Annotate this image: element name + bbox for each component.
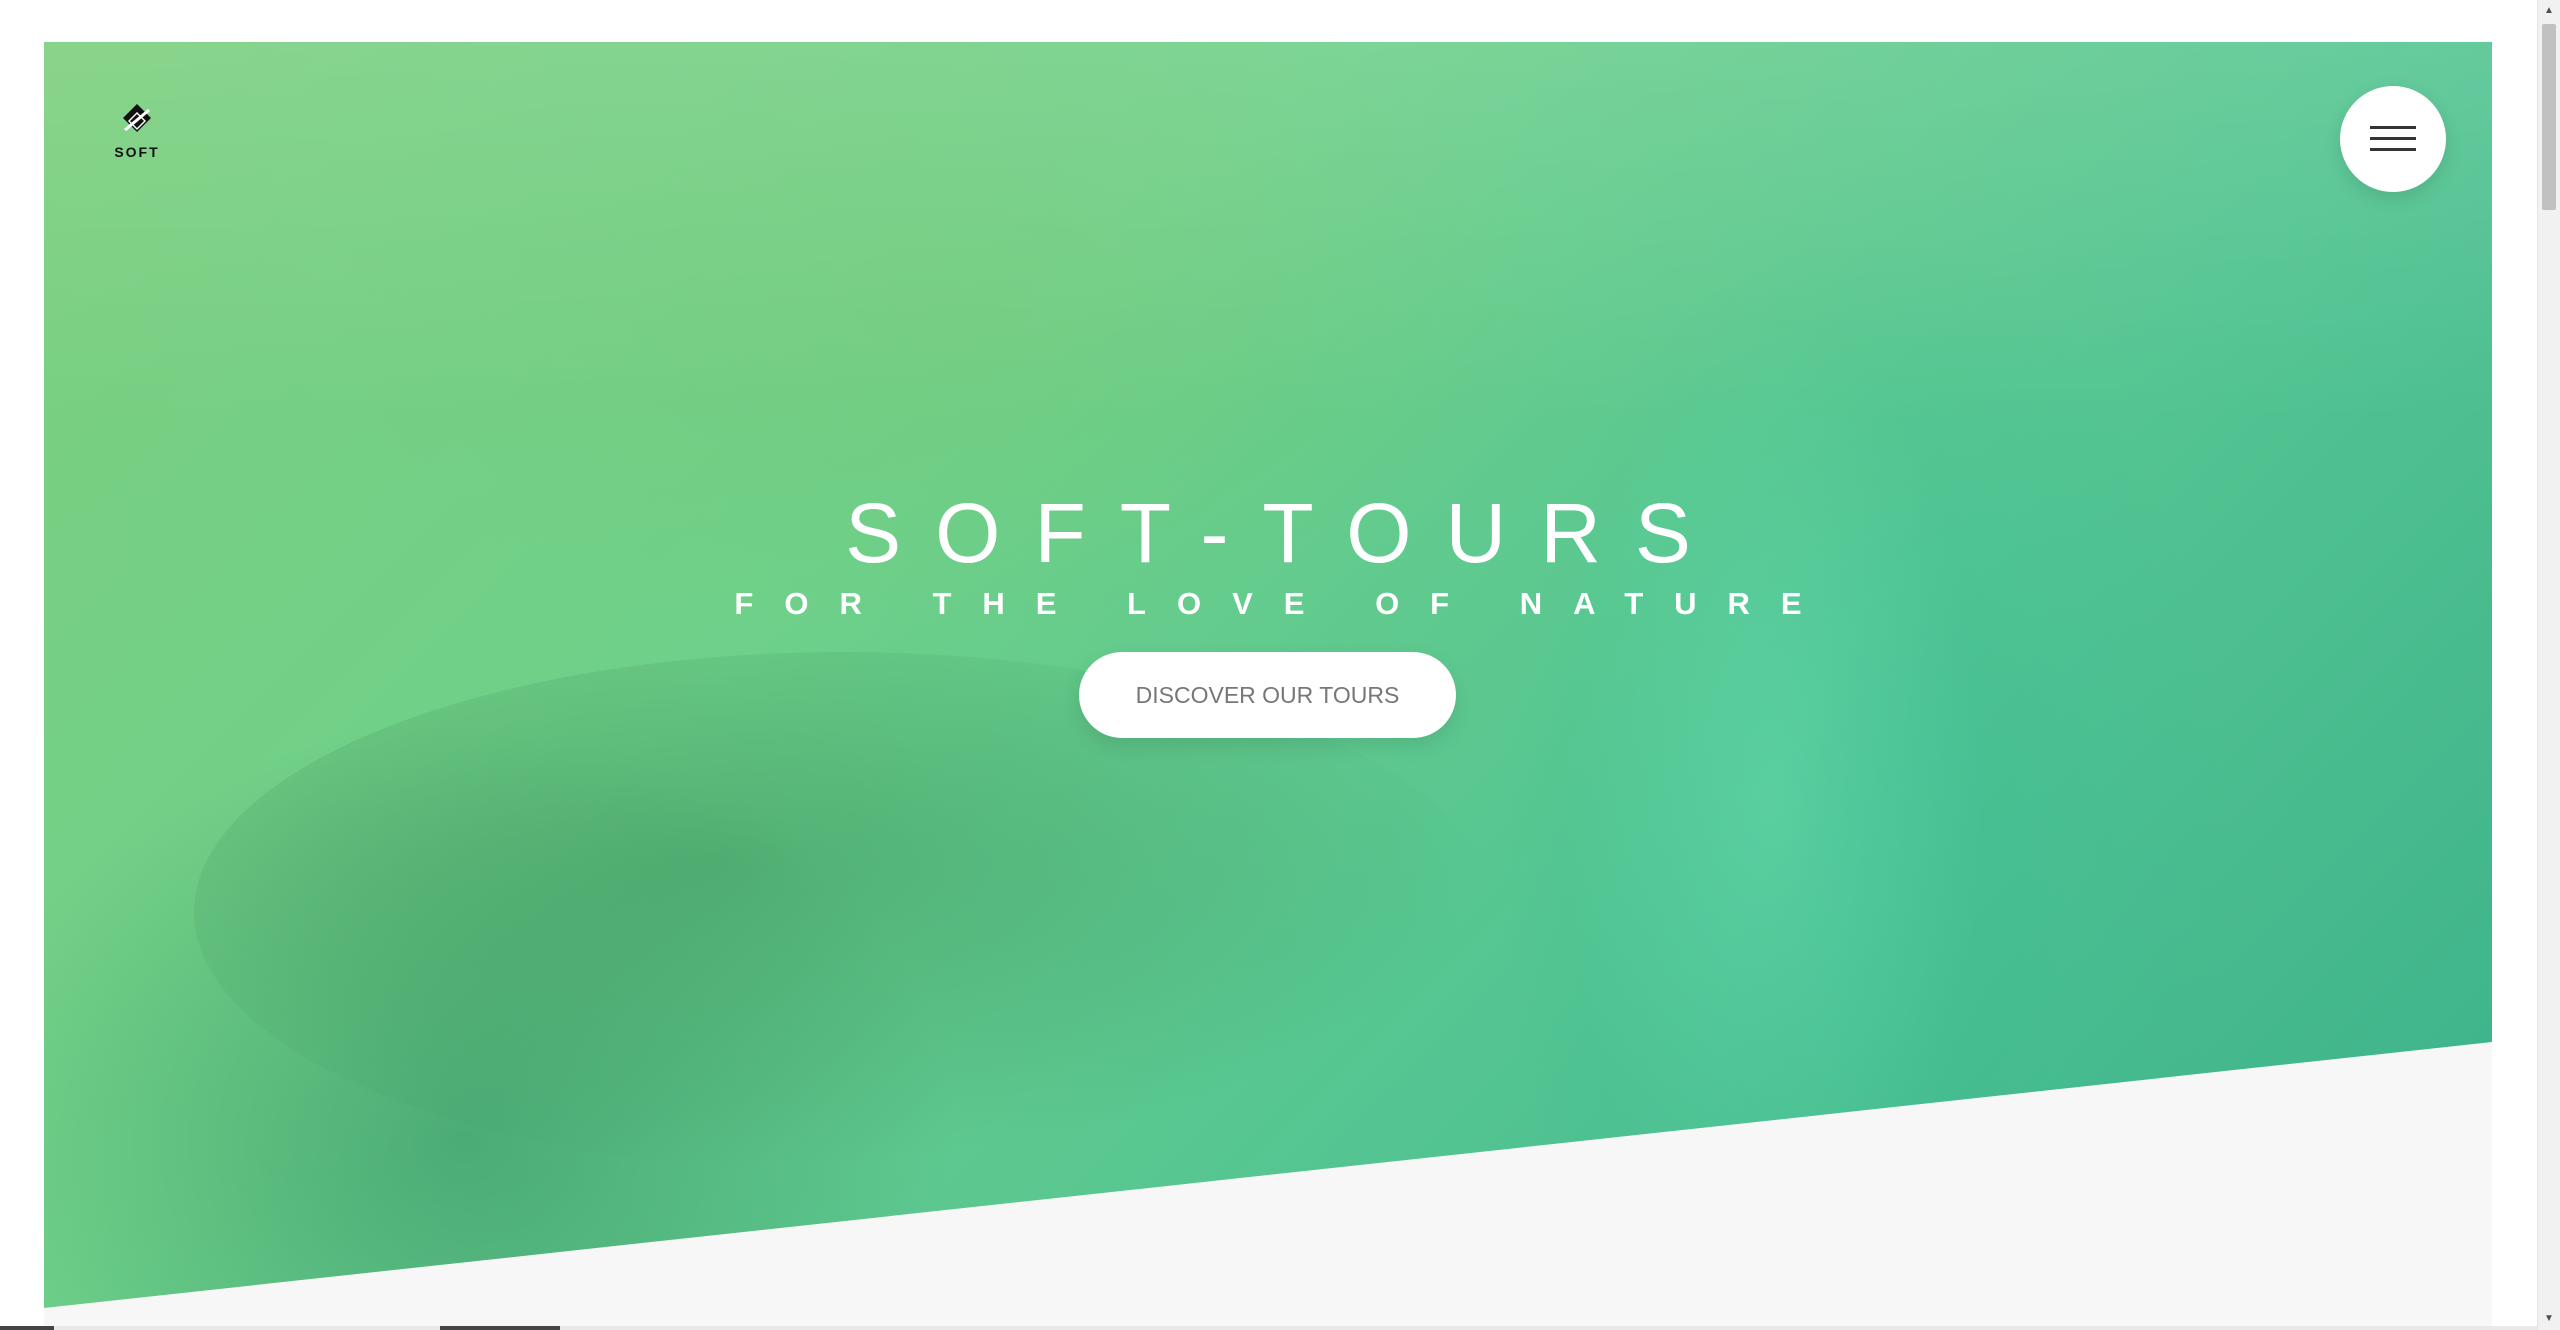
- hero-title: SOFT-TOURS: [845, 486, 1725, 581]
- brand-logo-text: SOFT: [114, 144, 160, 160]
- discover-tours-button[interactable]: DISCOVER OUR TOURS: [1079, 652, 1456, 738]
- scroll-up-arrow-icon[interactable]: ▲: [2538, 0, 2560, 22]
- brand-logo[interactable]: SOFT: [102, 102, 172, 166]
- hamburger-menu-icon-line: [2370, 137, 2416, 140]
- page-frame: SOFT SOFT-TOURS FOR THE LOVE OF NATURE D…: [44, 42, 2492, 1330]
- diamond-logo-icon: [123, 104, 151, 132]
- vertical-scrollbar[interactable]: ▲ ▼: [2537, 0, 2560, 1330]
- hero-section: SOFT SOFT-TOURS FOR THE LOVE OF NATURE D…: [44, 42, 2492, 1308]
- navigation-menu-button[interactable]: [2340, 86, 2446, 192]
- hamburger-menu-icon-line: [2370, 148, 2416, 151]
- scroll-down-arrow-icon[interactable]: ▼: [2538, 1308, 2560, 1330]
- scrollbar-thumb[interactable]: [2542, 24, 2556, 210]
- page-bottom-strip: [0, 1326, 2537, 1330]
- hero-subtitle: FOR THE LOVE OF NATURE: [734, 585, 1833, 621]
- hamburger-menu-icon: [2370, 126, 2416, 129]
- bottom-strip-segment: [0, 1326, 54, 1330]
- bottom-strip-segment: [440, 1326, 560, 1330]
- browser-viewport: SOFT SOFT-TOURS FOR THE LOVE OF NATURE D…: [0, 0, 2537, 1330]
